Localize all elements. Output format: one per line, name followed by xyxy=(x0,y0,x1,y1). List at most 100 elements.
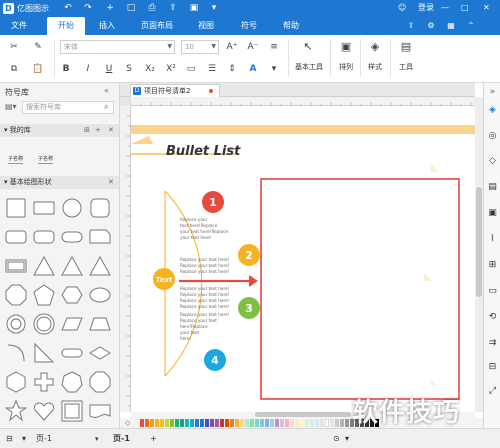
export-icon[interactable]: ⇪ xyxy=(167,2,179,14)
my-library-header[interactable]: ▾ 我的库 ⊞ + ✕ xyxy=(0,124,119,137)
copy-icon[interactable]: ⧉ xyxy=(8,63,20,75)
bullet-3-line[interactable]: Replace your text here! xyxy=(180,304,230,309)
list-icon[interactable]: ☰ xyxy=(206,63,218,75)
my-library-item[interactable]: 子名称 xyxy=(8,155,24,164)
arrange-label[interactable]: 排列 xyxy=(339,62,353,72)
heading-text[interactable]: Bullet List xyxy=(166,144,241,159)
color-swatch[interactable] xyxy=(250,419,254,427)
color-swatch[interactable] xyxy=(205,419,209,427)
chart-icon[interactable]: ⌇ xyxy=(486,233,499,246)
close-library-icon[interactable]: ✕ xyxy=(108,176,114,189)
redo-icon[interactable]: ↷ xyxy=(82,2,94,14)
circle-shape[interactable] xyxy=(61,197,83,219)
subscript-icon[interactable]: X₂ xyxy=(144,63,156,75)
line-spacing-icon[interactable]: ⇕ xyxy=(226,63,238,75)
square-shape[interactable] xyxy=(5,197,27,219)
rectangle-shape[interactable] xyxy=(33,197,55,219)
color-swatch[interactable] xyxy=(160,419,164,427)
bullet-1-line[interactable]: text here!Replace xyxy=(180,223,218,228)
page-dropdown-icon[interactable]: ▾ xyxy=(22,433,26,445)
color-swatch[interactable] xyxy=(290,419,294,427)
color-swatch[interactable] xyxy=(215,419,219,427)
color-swatch[interactable] xyxy=(305,419,309,427)
bullet-4-line[interactable]: here! xyxy=(180,336,191,341)
color-swatch[interactable] xyxy=(220,419,224,427)
menu-help[interactable]: 帮助 xyxy=(276,17,306,35)
ring-shape[interactable] xyxy=(5,313,27,335)
paste-icon[interactable]: 📋 xyxy=(32,63,44,75)
double-circle-shape[interactable] xyxy=(33,313,55,335)
right-triangle-shape[interactable] xyxy=(61,255,83,277)
more-icon[interactable]: ▾ xyxy=(208,2,220,14)
color-swatch[interactable] xyxy=(300,419,304,427)
fill-icon[interactable]: ◈ xyxy=(486,104,499,117)
scroll-thumb[interactable] xyxy=(255,412,351,417)
tools-icon[interactable]: ▤ xyxy=(400,41,412,53)
color-swatch[interactable] xyxy=(170,419,174,427)
layers-icon[interactable]: ◇ xyxy=(486,155,499,168)
font-name-select[interactable]: 宋体 ▼ xyxy=(60,40,175,54)
image-icon[interactable]: ▣ xyxy=(486,207,499,220)
document-tab[interactable]: D 项目符号清单2 xyxy=(130,84,220,97)
menu-insert[interactable]: 插入 xyxy=(92,17,122,35)
wave-shape[interactable] xyxy=(89,400,111,422)
page-selector-chevron-icon[interactable]: ▾ xyxy=(95,433,99,445)
style-label[interactable]: 样式 xyxy=(368,62,382,72)
color-swatch[interactable] xyxy=(200,419,204,427)
bullet-3-line[interactable]: Replace your text here! xyxy=(180,286,230,291)
login-label[interactable]: 登录 xyxy=(418,2,434,14)
page-selector[interactable]: 页-1 xyxy=(36,433,52,445)
bullet-1-line[interactable]: Replace your xyxy=(180,217,208,222)
open-folder-icon[interactable]: □ xyxy=(125,2,137,14)
color-swatch[interactable] xyxy=(185,419,189,427)
grid-icon[interactable]: ▦ xyxy=(444,17,458,35)
history-icon[interactable]: ⟲ xyxy=(486,311,499,324)
color-swatch[interactable] xyxy=(280,419,284,427)
bullet-4-line[interactable]: Replace your text here! xyxy=(180,312,230,317)
diamond-shape[interactable] xyxy=(89,342,111,364)
search-icon[interactable]: ⌕ xyxy=(104,102,108,112)
add-page-button[interactable]: + xyxy=(150,433,157,445)
library-menu-icon[interactable]: ▤▾ xyxy=(5,102,17,111)
add-icon[interactable]: + xyxy=(95,124,101,137)
bullet-4-line[interactable]: your text xyxy=(180,330,199,335)
underline-icon[interactable]: U xyxy=(103,63,115,75)
color-swatch[interactable] xyxy=(180,419,184,427)
right-triangle-alt-shape[interactable] xyxy=(33,342,55,364)
menu-view[interactable]: 视图 xyxy=(191,17,221,35)
menu-file[interactable]: 文件 xyxy=(4,17,34,35)
collapse-panel-icon[interactable]: « xyxy=(104,86,109,95)
basic-tools-label[interactable]: 基本工具 xyxy=(295,62,323,72)
organize-icon[interactable]: ⊟ xyxy=(486,361,499,374)
color-swatch[interactable] xyxy=(340,419,344,427)
star-shape[interactable] xyxy=(4,399,28,422)
superscript-icon[interactable]: X² xyxy=(165,63,177,75)
color-swatch[interactable] xyxy=(345,419,349,427)
fullscreen-icon[interactable]: ⤢ xyxy=(486,385,499,398)
comment-icon[interactable]: ▭ xyxy=(486,285,499,298)
rounded-square-shape[interactable] xyxy=(89,197,111,219)
polygon-shape[interactable] xyxy=(5,371,27,393)
color-swatch[interactable] xyxy=(325,419,329,427)
page-icon[interactable]: ▤ xyxy=(486,181,499,194)
color-swatch[interactable] xyxy=(315,419,319,427)
color-swatch[interactable] xyxy=(140,419,144,427)
play-icon[interactable]: ⊙ xyxy=(333,433,340,445)
color-swatch[interactable] xyxy=(190,419,194,427)
stadium-shape[interactable] xyxy=(61,226,83,248)
color-swatch[interactable] xyxy=(235,419,239,427)
color-swatch[interactable] xyxy=(150,419,154,427)
fill-icon[interactable]: ◈ xyxy=(369,41,381,53)
expand-icon[interactable]: ⌃ xyxy=(464,17,478,35)
menu-home[interactable]: 开始 xyxy=(47,17,85,35)
color-swatch[interactable] xyxy=(210,419,214,427)
bullet-4-line[interactable]: Replace your text xyxy=(180,318,217,323)
zoom-icon[interactable]: ▾ xyxy=(345,433,349,445)
color-swatch[interactable] xyxy=(320,419,324,427)
cross-shape[interactable] xyxy=(33,371,55,393)
parallelogram-shape[interactable] xyxy=(61,313,83,335)
capsule-shape[interactable] xyxy=(61,342,83,364)
color-swatch[interactable] xyxy=(330,419,334,427)
arrange-icon[interactable]: ▣ xyxy=(340,41,352,53)
color-swatch[interactable] xyxy=(155,419,159,427)
